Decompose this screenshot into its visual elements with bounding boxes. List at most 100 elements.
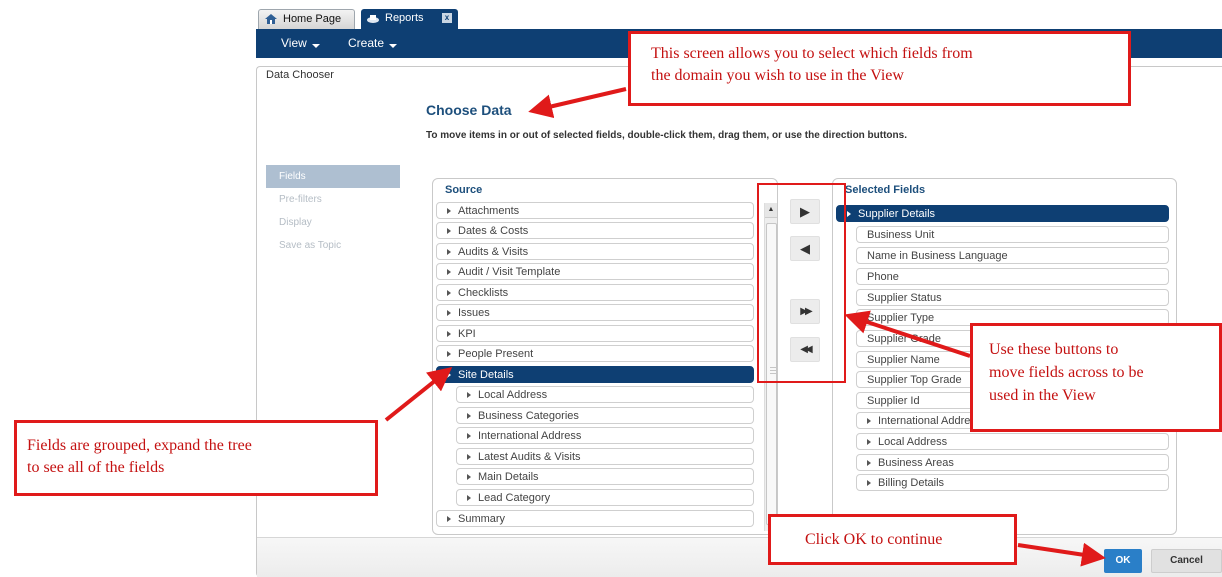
expand-arrow-icon [447, 228, 451, 234]
tab-reports[interactable]: Reports x [361, 9, 458, 29]
view-menu-label: View [281, 36, 307, 50]
source-item-kpi[interactable]: KPI [436, 325, 754, 342]
expand-arrow-icon [447, 269, 451, 275]
ok-button[interactable]: OK [1104, 549, 1142, 573]
expand-arrow-icon [447, 351, 451, 357]
tree-label: Audits & Visits [458, 246, 529, 258]
expand-arrow-icon [867, 480, 871, 486]
source-child-lead-category[interactable]: Lead Category [456, 489, 754, 506]
tab-home-label: Home Page [283, 13, 342, 25]
tree-label: Business Areas [878, 457, 954, 469]
tab-reports-label: Reports [385, 12, 424, 24]
create-menu-label: Create [348, 36, 385, 50]
tree-label: Supplier Top Grade [867, 374, 962, 386]
tree-label: Latest Audits & Visits [478, 451, 581, 463]
tree-label: Issues [458, 307, 490, 319]
tree-label: Supplier Name [867, 354, 940, 366]
tree-label: Name in Business Language [867, 250, 1008, 262]
page-title: Choose Data [426, 102, 512, 118]
source-child-main-details[interactable]: Main Details [456, 468, 754, 485]
callout-line: to see all of the fields [27, 458, 165, 476]
expand-arrow-icon [447, 310, 451, 316]
step-fields[interactable]: Fields [266, 165, 400, 188]
tree-label: Lead Category [478, 492, 551, 504]
callout-line: used in the View [989, 387, 1096, 405]
source-item-summary[interactable]: Summary [436, 510, 754, 527]
chevron-down-icon [311, 44, 320, 48]
selected-field-name-in-business-language[interactable]: Name in Business Language [856, 247, 1169, 264]
panel-title: Data Chooser [266, 69, 334, 81]
expand-arrow-icon [447, 372, 451, 378]
selected-subgroup-billing-details[interactable]: Billing Details [856, 474, 1169, 491]
tree-label: Checklists [458, 287, 509, 299]
tree-label: International Address [478, 430, 582, 442]
tree-label: Supplier Type [867, 312, 935, 324]
tree-label: Site Details [458, 369, 514, 381]
source-item-site-details[interactable]: Site Details [436, 366, 754, 383]
tree-label: Audit / Visit Template [458, 266, 561, 278]
panel-footer [257, 537, 1222, 577]
tab-home-page[interactable]: Home Page [258, 9, 355, 29]
callout-screen-purpose: This screen allows you to select which f… [628, 31, 1131, 106]
tree-label: KPI [458, 328, 476, 340]
callout-direction-buttons: Use these buttons to move fields across … [970, 323, 1222, 432]
source-item-attachments[interactable]: Attachments [436, 202, 754, 219]
expand-arrow-icon [447, 516, 451, 522]
step-save-as-topic[interactable]: Save as Topic [266, 234, 400, 257]
tree-label: Supplier Status [867, 292, 942, 304]
source-header: Source [445, 184, 483, 196]
selected-field-supplier-status[interactable]: Supplier Status [856, 289, 1169, 306]
expand-arrow-icon [847, 211, 851, 217]
selected-subgroup-local-address[interactable]: Local Address [856, 433, 1169, 450]
tree-label: People Present [458, 348, 534, 360]
view-menu[interactable]: View [281, 36, 320, 50]
cancel-button[interactable]: Cancel [1151, 549, 1222, 573]
source-item-audits-visits[interactable]: Audits & Visits [436, 243, 754, 260]
callout-line: Click OK to continue [805, 531, 943, 548]
callout-line: move fields across to be [989, 364, 1144, 382]
tree-label: Business Categories [478, 410, 579, 422]
tree-label: Attachments [458, 205, 520, 217]
expand-arrow-icon [867, 460, 871, 466]
source-item-issues[interactable]: Issues [436, 304, 754, 321]
chevron-down-icon [389, 44, 398, 48]
selected-field-phone[interactable]: Phone [856, 268, 1169, 285]
tree-label: Local Address [478, 389, 548, 401]
home-icon [265, 14, 277, 24]
expand-arrow-icon [447, 249, 451, 255]
expand-arrow-icon [467, 495, 471, 501]
create-menu[interactable]: Create [348, 36, 398, 50]
expand-arrow-icon [467, 433, 471, 439]
source-child-local-address[interactable]: Local Address [456, 386, 754, 403]
source-item-checklists[interactable]: Checklists [436, 284, 754, 301]
expand-arrow-icon [867, 418, 871, 424]
selected-field-business-unit[interactable]: Business Unit [856, 226, 1169, 243]
source-item-dates-costs[interactable]: Dates & Costs [436, 222, 754, 239]
source-child-latest-audits-visits[interactable]: Latest Audits & Visits [456, 448, 754, 465]
source-child-international-address[interactable]: International Address [456, 427, 754, 444]
tab-bar: Home Page Reports x [258, 9, 1222, 29]
tree-label: Dates & Costs [458, 225, 529, 237]
callout-click-ok: Click OK to continue [768, 514, 1017, 565]
step-display[interactable]: Display [266, 211, 400, 234]
source-item-people-present[interactable]: People Present [436, 345, 754, 362]
expand-arrow-icon [467, 474, 471, 480]
selected-fields-header: Selected Fields [845, 184, 926, 196]
callout-fields-grouped: Fields are grouped, expand the tree to s… [14, 420, 378, 496]
tree-label: Phone [867, 271, 899, 283]
expand-arrow-icon [447, 290, 451, 296]
instructions-text: To move items in or out of selected fiel… [426, 130, 907, 141]
selected-subgroup-business-areas[interactable]: Business Areas [856, 454, 1169, 471]
expand-arrow-icon [867, 439, 871, 445]
source-child-business-categories[interactable]: Business Categories [456, 407, 754, 424]
tree-label: Supplier Details [858, 208, 936, 220]
selected-group-supplier-details[interactable]: Supplier Details [836, 205, 1169, 222]
expand-arrow-icon [467, 454, 471, 460]
reports-icon [367, 15, 379, 23]
step-pre-filters[interactable]: Pre-filters [266, 188, 400, 211]
tree-label: Billing Details [878, 477, 945, 489]
callout-line: Fields are grouped, expand the tree [27, 437, 252, 454]
source-item-audit-visit-template[interactable]: Audit / Visit Template [436, 263, 754, 280]
close-icon[interactable]: x [442, 13, 452, 23]
expand-arrow-icon [467, 413, 471, 419]
